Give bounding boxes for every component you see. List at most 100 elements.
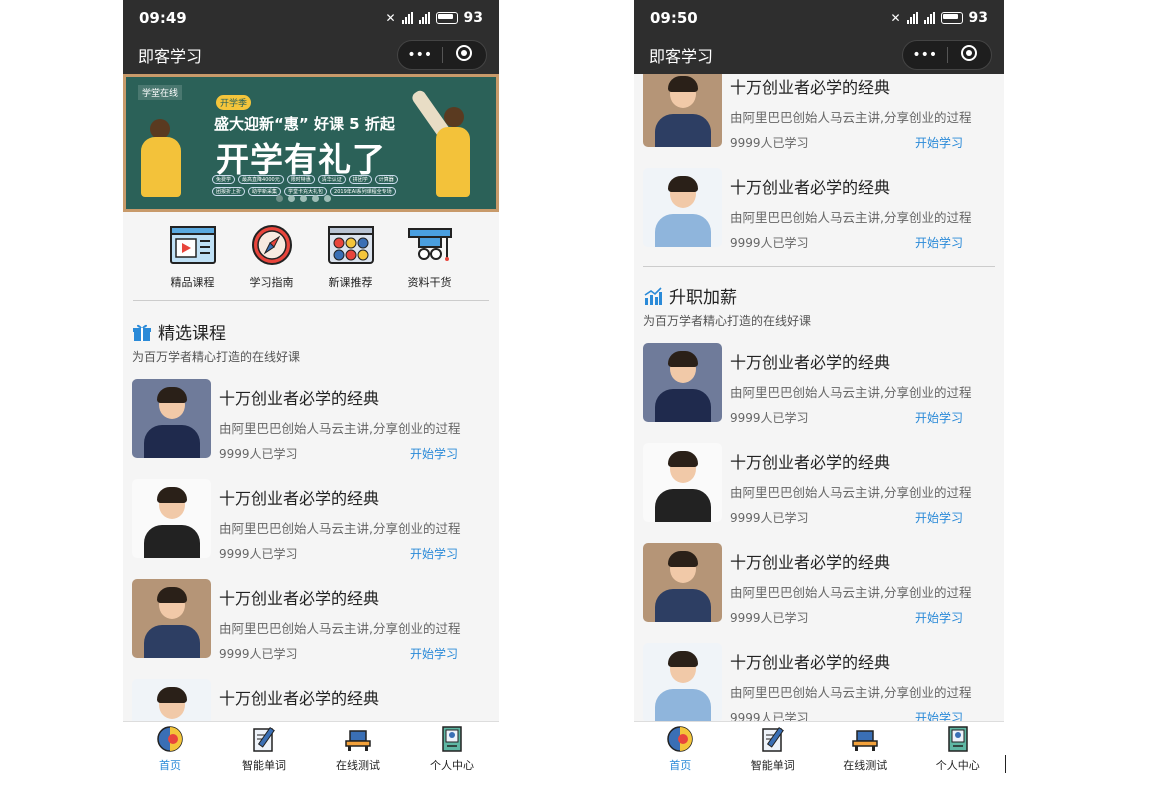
- course-item[interactable]: 十万创业者必学的经典 由阿里巴巴创始人马云主讲,分享创业的过程 9999人已学习…: [132, 579, 490, 665]
- banner-title: 开学有礼了: [216, 140, 386, 179]
- course-title: 十万创业者必学的经典: [219, 689, 380, 708]
- course-desc: 由阿里巴巴创始人马云主讲,分享创业的过程: [730, 210, 972, 225]
- tab-bar: 首页 智能单词 在线测试 个人中心: [634, 721, 1004, 775]
- course-title: 十万创业者必学的经典: [730, 453, 891, 472]
- status-time: 09:50: [650, 9, 698, 27]
- tab-bar: 首页 智能单词 在线测试 个人中心: [123, 721, 499, 775]
- tab-words[interactable]: 智能单词: [727, 722, 820, 775]
- close-button[interactable]: [443, 45, 487, 65]
- start-learning-link[interactable]: 开始学习: [410, 445, 458, 462]
- carousel-dots[interactable]: [276, 195, 331, 202]
- battery-icon: [435, 12, 458, 24]
- course-title: 十万创业者必学的经典: [219, 389, 380, 408]
- course-desc: 由阿里巴巴创始人马云主讲,分享创业的过程: [730, 385, 972, 400]
- quick-nav-label: 精品课程: [170, 276, 215, 289]
- close-button[interactable]: [948, 45, 992, 65]
- page-title: 即客学习: [649, 47, 714, 66]
- quick-nav-new[interactable]: 新课推荐: [321, 224, 381, 290]
- scrolled-content: 十万创业者必学的经典 由阿里巴巴创始人马云主讲,分享创业的过程 9999人已学习…: [634, 54, 1004, 729]
- banner-tag: 开学季: [216, 95, 252, 110]
- battery-level: 93: [463, 10, 483, 26]
- target-icon: [961, 45, 978, 61]
- course-thumbnail: [132, 379, 211, 458]
- profile-icon: [948, 726, 968, 752]
- start-learning-link[interactable]: 开始学习: [410, 645, 458, 662]
- status-time: 09:49: [139, 9, 187, 27]
- quick-nav-guide[interactable]: 学习指南: [242, 224, 302, 290]
- desk-icon: [852, 730, 878, 751]
- course-desc: 由阿里巴巴创始人马云主讲,分享创业的过程: [219, 421, 461, 436]
- course-thumbnail: [643, 643, 722, 722]
- palette-icon: [327, 226, 374, 264]
- pencil-icon: [253, 726, 275, 752]
- course-thumbnail: [643, 68, 722, 147]
- signal-icon: [906, 12, 918, 24]
- start-learning-link[interactable]: 开始学习: [915, 409, 963, 426]
- course-title: 十万创业者必学的经典: [730, 178, 891, 197]
- more-button[interactable]: •••: [903, 47, 947, 63]
- tab-profile[interactable]: 个人中心: [405, 722, 499, 775]
- start-learning-link[interactable]: 开始学习: [915, 609, 963, 626]
- status-bar: 09:50 ✕ 93: [634, 0, 1004, 36]
- phone-screen-right: 09:50 ✕ 93 即客学习 ••• 十万创业者必学的经典 由阿里巴巴创始人马…: [634, 0, 1004, 775]
- learner-count: 9999人已学习: [730, 511, 809, 525]
- course-item[interactable]: 十万创业者必学的经典 由阿里巴巴创始人马云主讲,分享创业的过程 9999人已学习…: [643, 543, 995, 629]
- course-item[interactable]: 十万创业者必学的经典 由阿里巴巴创始人马云主讲,分享创业的过程 9999人已学习…: [643, 168, 995, 254]
- gift-icon: [133, 324, 151, 341]
- pencil-icon: [762, 726, 784, 752]
- quick-nav-label: 资料干货: [407, 276, 452, 289]
- start-learning-link[interactable]: 开始学习: [915, 509, 963, 526]
- learner-count: 9999人已学习: [730, 611, 809, 625]
- desk-icon: [345, 730, 371, 751]
- profile-icon: [442, 726, 462, 752]
- globe-icon: [157, 726, 183, 752]
- tab-home[interactable]: 首页: [123, 722, 217, 775]
- tab-words[interactable]: 智能单词: [217, 722, 311, 775]
- promo-banner[interactable]: 学堂在线 开学季 盛大迎新“惠” 好课 5 折起 开学有礼了 免费学 最高直降4…: [123, 74, 499, 212]
- start-learning-link[interactable]: 开始学习: [915, 134, 963, 151]
- course-desc: 由阿里巴巴创始人马云主讲,分享创业的过程: [730, 685, 972, 700]
- start-learning-link[interactable]: 开始学习: [915, 234, 963, 251]
- course-title: 十万创业者必学的经典: [219, 589, 380, 608]
- mute-icon: ✕: [385, 11, 396, 25]
- learner-count: 9999人已学习: [219, 547, 298, 561]
- course-item[interactable]: 十万创业者必学的经典 由阿里巴巴创始人马云主讲,分享创业的过程 9999人已学习…: [643, 68, 995, 154]
- course-item[interactable]: 十万创业者必学的经典 由阿里巴巴创始人马云主讲,分享创业的过程 9999人已学习…: [643, 643, 995, 729]
- learner-count: 9999人已学习: [730, 136, 809, 150]
- signal-icon: [418, 12, 430, 24]
- quick-nav-course[interactable]: 精品课程: [163, 224, 223, 290]
- banner-chips: 免费学 最高直降4000元 限时特惠 清华认证 拼团学 计算器 团报折上折 助学…: [212, 175, 412, 196]
- tab-profile[interactable]: 个人中心: [912, 722, 1005, 775]
- nav-bar: 即客学习 •••: [123, 36, 499, 74]
- student-illustration: [436, 127, 470, 197]
- course-title: 十万创业者必学的经典: [730, 353, 891, 372]
- nav-bar: 即客学习 •••: [634, 36, 1004, 74]
- signal-icon: [401, 12, 413, 24]
- course-item[interactable]: 十万创业者必学的经典 由阿里巴巴创始人马云主讲,分享创业的过程 9999人已学习…: [132, 379, 490, 465]
- section-title: 升职加薪: [669, 288, 737, 308]
- start-learning-link[interactable]: 开始学习: [410, 545, 458, 562]
- course-thumbnail: [132, 479, 211, 558]
- course-item[interactable]: 十万创业者必学的经典 由阿里巴巴创始人马云主讲,分享创业的过程 9999人已学习…: [643, 343, 995, 429]
- tab-home[interactable]: 首页: [634, 722, 727, 775]
- banner-headline: 盛大迎新“惠” 好课 5 折起: [214, 115, 395, 133]
- course-title: 十万创业者必学的经典: [730, 553, 891, 572]
- course-item[interactable]: 十万创业者必学的经典 由阿里巴巴创始人马云主讲,分享创业的过程 9999人已学习…: [643, 443, 995, 529]
- miniprogram-capsule: •••: [902, 40, 992, 70]
- graduation-cap-icon: [407, 228, 452, 261]
- course-thumbnail: [643, 443, 722, 522]
- course-item[interactable]: 十万创业者必学的经典 由阿里巴巴创始人马云主讲,分享创业的过程 9999人已学习…: [132, 479, 490, 565]
- more-button[interactable]: •••: [398, 47, 442, 63]
- course-desc: 由阿里巴巴创始人马云主讲,分享创业的过程: [730, 485, 972, 500]
- featured-section: 精选课程 为百万学者精心打造的在线好课 十万创业者必学的经典 由阿里巴巴创始人马…: [123, 319, 499, 765]
- course-thumbnail: [643, 543, 722, 622]
- course-thumbnail: [132, 579, 211, 658]
- learner-count: 9999人已学习: [730, 236, 809, 250]
- section-divider: [643, 266, 995, 267]
- page-title: 即客学习: [138, 47, 203, 66]
- tab-test[interactable]: 在线测试: [819, 722, 912, 775]
- quick-nav-materials[interactable]: 资料干货: [400, 224, 460, 290]
- tab-test[interactable]: 在线测试: [311, 722, 405, 775]
- status-bar: 09:49 ✕ 93: [123, 0, 499, 36]
- bar-chart-icon: [644, 286, 662, 305]
